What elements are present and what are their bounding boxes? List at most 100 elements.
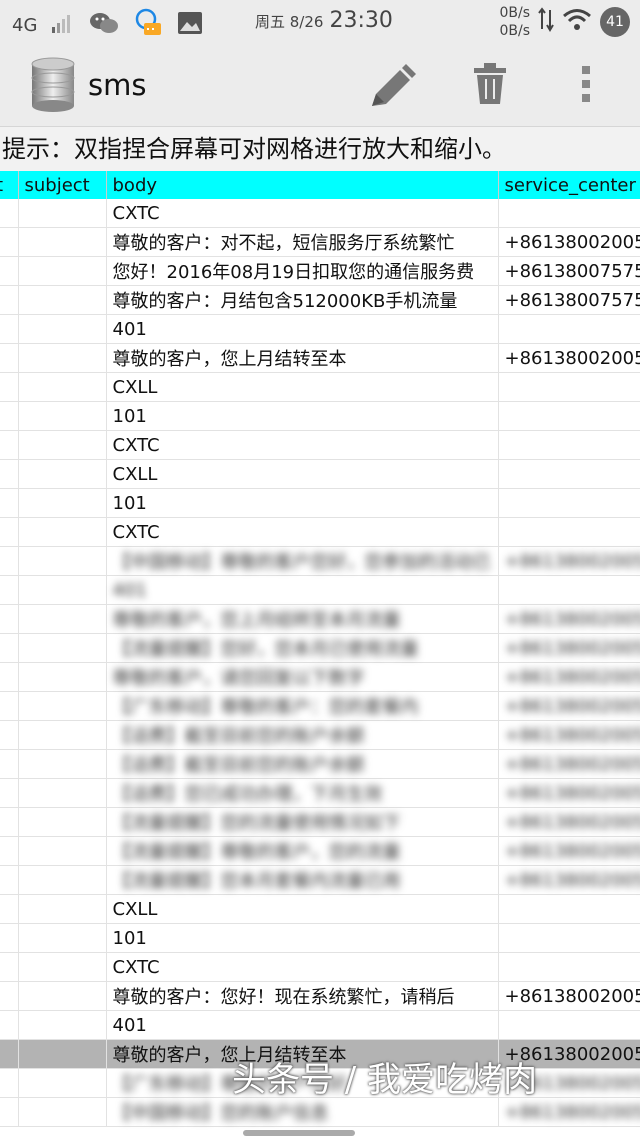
cell-service-center[interactable] — [498, 488, 640, 518]
cell-empty[interactable] — [18, 459, 107, 489]
table-row[interactable]: 【中国移动】您的账户信息 +86138002005 — [0, 1097, 640, 1127]
cell-service-center[interactable] — [498, 952, 640, 982]
cell-empty[interactable] — [0, 199, 19, 228]
cell-empty[interactable] — [0, 285, 19, 315]
cell-empty[interactable] — [18, 894, 107, 924]
cell-service-center[interactable] — [498, 923, 640, 953]
table-row[interactable]: 【广东移动】尊敬的客户：您的套餐内 +86138002005 — [0, 691, 640, 721]
cell-empty[interactable] — [0, 1097, 19, 1127]
table-row[interactable]: CXTC — [0, 952, 640, 982]
cell-empty[interactable] — [18, 343, 107, 373]
table-row[interactable]: 【话费】截至目前您的账户余额 +86138002005 — [0, 749, 640, 779]
cell-empty[interactable] — [18, 807, 107, 837]
cell-empty[interactable] — [0, 778, 19, 808]
cell-service-center[interactable]: +86138002005 — [498, 778, 640, 808]
cell-empty[interactable] — [0, 1039, 19, 1069]
table-row[interactable]: 【流量提醒】您本月套餐内流量已用 +86138002005 — [0, 865, 640, 895]
cell-empty[interactable] — [0, 343, 19, 373]
table-row[interactable]: CXTC — [0, 430, 640, 460]
cell-empty[interactable] — [0, 662, 19, 692]
cell-body[interactable]: CXLL — [106, 894, 499, 924]
cell-empty[interactable] — [18, 1039, 107, 1069]
cell-body[interactable]: 【话费】截至目前您的账户余额 — [106, 720, 499, 750]
cell-empty[interactable] — [18, 923, 107, 953]
cell-service-center[interactable] — [498, 1010, 640, 1040]
table-row[interactable]: 尊敬的客户，您上月结转至本 +86138002005 — [0, 343, 640, 373]
table-row[interactable]: 尊敬的客户：月结包含512000KB手机流量 +86138007575 — [0, 285, 640, 315]
table-row[interactable]: 尊敬的客户：对不起，短信服务厅系统繁忙 +86138002005 — [0, 227, 640, 257]
cell-empty[interactable] — [18, 430, 107, 460]
table-row[interactable]: 【流量提醒】尊敬的客户，您的流量 +86138002005 — [0, 836, 640, 866]
cell-service-center[interactable] — [498, 459, 640, 489]
cell-body[interactable]: 尊敬的客户，您上月结转至本 — [106, 343, 499, 373]
table-row[interactable]: 【流量提醒】您好，您本月已使用流量 +86138002005 — [0, 633, 640, 663]
cell-empty[interactable] — [0, 227, 19, 257]
cell-empty[interactable] — [18, 227, 107, 257]
cell-service-center[interactable]: +86138002005 — [498, 836, 640, 866]
table-row[interactable]: 401 — [0, 314, 640, 344]
cell-body[interactable]: 尊敬的客户：对不起，短信服务厅系统繁忙 — [106, 227, 499, 257]
cell-service-center[interactable]: +86138007575 — [498, 256, 640, 286]
edit-pencil-icon[interactable] — [366, 62, 418, 116]
cell-service-center[interactable] — [498, 401, 640, 431]
cell-body[interactable]: CXLL — [106, 459, 499, 489]
cell-empty[interactable] — [18, 778, 107, 808]
cell-empty[interactable] — [0, 314, 19, 344]
cell-service-center[interactable]: +86138002005 — [498, 865, 640, 895]
cell-body[interactable]: 您好！2016年08月19日扣取您的通信服务费 — [106, 256, 499, 286]
column-header[interactable]: subject — [18, 171, 107, 199]
cell-body[interactable]: 【流量提醒】您的流量使用情况如下 — [106, 807, 499, 837]
cell-body[interactable]: 【中国移动】尊敬的客户您好，您参加的活动已 — [106, 546, 499, 576]
table-row[interactable]: 【话费】截至目前您的账户余额 +86138002005 — [0, 720, 640, 750]
cell-empty[interactable] — [0, 981, 19, 1011]
cell-body[interactable]: 401 — [106, 575, 499, 605]
cell-body[interactable]: 【广东移动】尊敬的客户：您的套餐内 — [106, 691, 499, 721]
cell-body[interactable]: 101 — [106, 401, 499, 431]
cell-body[interactable]: 【话费】您已成功办理，下月生效 — [106, 778, 499, 808]
cell-empty[interactable] — [0, 691, 19, 721]
cell-body[interactable]: CXTC — [106, 952, 499, 982]
cell-empty[interactable] — [18, 1097, 107, 1127]
cell-empty[interactable] — [0, 517, 19, 547]
table-row[interactable]: CXLL — [0, 372, 640, 402]
cell-body[interactable]: 【流量提醒】您本月套餐内流量已用 — [106, 865, 499, 895]
cell-body[interactable]: CXTC — [106, 430, 499, 460]
cell-body[interactable]: 尊敬的客户，请您回复以下数字 — [106, 662, 499, 692]
cell-empty[interactable] — [0, 575, 19, 605]
table-row[interactable]: 【流量提醒】您的流量使用情况如下 +86138002005 — [0, 807, 640, 837]
column-header[interactable]: t — [0, 171, 19, 199]
cell-empty[interactable] — [0, 256, 19, 286]
table-row[interactable]: 401 — [0, 575, 640, 605]
cell-empty[interactable] — [0, 836, 19, 866]
cell-empty[interactable] — [0, 952, 19, 982]
cell-body[interactable]: CXTC — [106, 517, 499, 547]
gesture-bar[interactable] — [243, 1130, 355, 1136]
cell-body[interactable]: 【流量提醒】您好，您本月已使用流量 — [106, 633, 499, 663]
cell-service-center[interactable]: +86138002005 — [498, 720, 640, 750]
cell-empty[interactable] — [0, 459, 19, 489]
cell-empty[interactable] — [18, 720, 107, 750]
cell-service-center[interactable]: +86138002005 — [498, 343, 640, 373]
cell-service-center[interactable] — [498, 314, 640, 344]
cell-body[interactable]: 【流量提醒】尊敬的客户，您的流量 — [106, 836, 499, 866]
table-row[interactable]: 您好！2016年08月19日扣取您的通信服务费 +86138007575 — [0, 256, 640, 286]
cell-empty[interactable] — [18, 372, 107, 402]
cell-empty[interactable] — [0, 546, 19, 576]
table-row[interactable]: 【中国移动】尊敬的客户您好，您参加的活动已 +86138002005 — [0, 546, 640, 576]
cell-body[interactable]: CXLL — [106, 372, 499, 402]
cell-empty[interactable] — [18, 199, 107, 228]
cell-empty[interactable] — [18, 604, 107, 634]
cell-body[interactable]: 尊敬的客户，您上月结转至本月流量 — [106, 604, 499, 634]
cell-service-center[interactable]: +86138002005 — [498, 546, 640, 576]
cell-empty[interactable] — [0, 923, 19, 953]
cell-service-center[interactable] — [498, 517, 640, 547]
cell-empty[interactable] — [0, 749, 19, 779]
cell-service-center[interactable]: +86138002005 — [498, 807, 640, 837]
cell-empty[interactable] — [18, 285, 107, 315]
column-header[interactable]: body — [106, 171, 499, 199]
cell-service-center[interactable] — [498, 199, 640, 228]
cell-empty[interactable] — [0, 894, 19, 924]
cell-empty[interactable] — [18, 401, 107, 431]
table-row[interactable]: 尊敬的客户：您好！现在系统繁忙，请稍后 +86138002005 — [0, 981, 640, 1011]
cell-empty[interactable] — [0, 372, 19, 402]
